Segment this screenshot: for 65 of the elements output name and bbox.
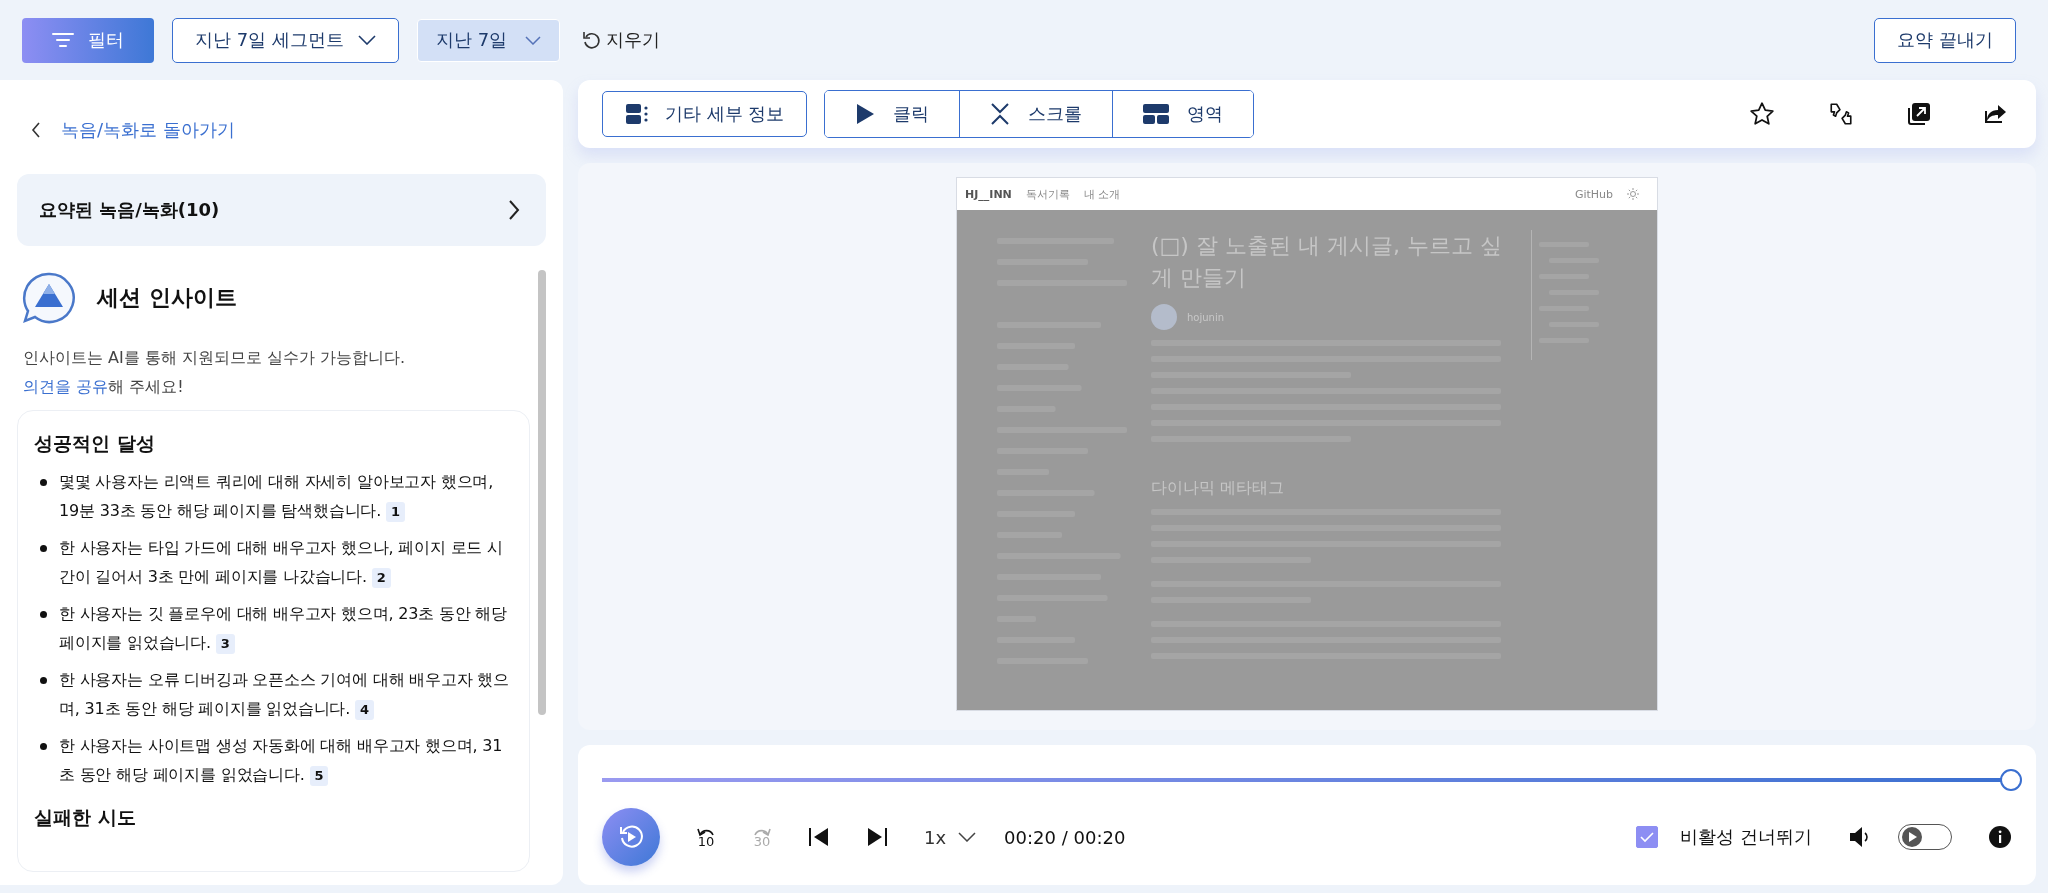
checkmark-icon bbox=[1640, 831, 1655, 843]
insight-text: 한 사용자는 타입 가드에 대해 배우고자 했으나, 페이지 로드 시간이 길어서 3초 만에 페이지를 나갔습니다. 2 bbox=[59, 537, 504, 590]
reference-badge[interactable]: 3 bbox=[215, 634, 235, 654]
insight-text: 한 사용자는 깃 플로우에 대해 배우고자 했으며, 23초 동안 해당 페이지를 읽었습니다. 3 bbox=[59, 603, 509, 656]
section-heading: 실패한 시도 bbox=[34, 805, 137, 830]
insight-logo-icon bbox=[21, 270, 77, 326]
play-icon bbox=[1909, 832, 1917, 842]
previous-icon[interactable] bbox=[808, 826, 830, 848]
insight-text: 한 사용자는 사이트맵 생성 자동화에 대해 배우고자 했으며, 31초 동안 해당 페이지를 읽었습니다. 5 bbox=[59, 735, 504, 788]
speed-dropdown[interactable]: 1x bbox=[924, 826, 977, 848]
next-icon[interactable] bbox=[866, 826, 888, 848]
playback-time: 00:20 / 00:20 bbox=[1004, 826, 1126, 848]
details-icon bbox=[625, 103, 649, 125]
insight-text: 한 사용자는 오류 디버깅과 오픈소스 기여에 대해 배우고자 했으며, 31초 동안 해당 페이지를 읽었습니다. 4 bbox=[59, 669, 510, 722]
collapse-icon bbox=[990, 103, 1011, 125]
filter-button[interactable]: 필터 bbox=[22, 17, 154, 63]
undo-icon bbox=[582, 30, 603, 50]
share-icon[interactable] bbox=[1984, 102, 2008, 126]
feedback-link[interactable]: 의견을 공유 bbox=[23, 377, 109, 396]
chevron-left-icon bbox=[31, 122, 41, 138]
thumbs-icon[interactable] bbox=[1828, 101, 1854, 127]
star-icon[interactable] bbox=[1749, 101, 1775, 127]
progress-thumb[interactable] bbox=[2000, 769, 2022, 791]
reference-badge[interactable]: 4 bbox=[355, 700, 374, 720]
chevron-down-icon bbox=[357, 35, 376, 45]
clear-button[interactable]: 지우기 bbox=[578, 28, 665, 52]
avatar bbox=[1151, 304, 1177, 330]
skip-inactivity-label: 비활성 건너뛰기 bbox=[1680, 825, 1812, 849]
mode-tab[interactable]: 클릭 bbox=[825, 91, 961, 137]
filter-icon bbox=[52, 32, 74, 48]
reference-badge[interactable]: 2 bbox=[371, 568, 391, 588]
feedback-text: 해 주세요! bbox=[108, 377, 184, 396]
disclaimer-text: 인사이트는 AI를 통해 지원되므로 실수가 가능합니다. bbox=[23, 348, 407, 369]
skip-inactivity-checkbox[interactable] bbox=[1636, 826, 1659, 848]
replay-button[interactable] bbox=[602, 808, 660, 866]
section-heading: 성공적인 달성 bbox=[34, 431, 156, 456]
bullet-icon bbox=[40, 677, 47, 684]
scrollbar[interactable] bbox=[538, 270, 546, 715]
cursor-icon bbox=[855, 103, 876, 125]
bullet-icon bbox=[40, 611, 47, 618]
chevron-right-icon bbox=[508, 200, 520, 220]
end-summary-button[interactable]: 요약 끝내기 bbox=[1874, 17, 2016, 63]
sun-icon bbox=[1627, 188, 1639, 200]
popout-icon[interactable] bbox=[1907, 102, 1931, 126]
insight-text: 몇몇 사용자는 리액트 쿼리에 대해 자세히 알아보고자 했으며, 19분 33초 동안 해당 페이지를 탐색했습니다. 1 bbox=[59, 471, 495, 524]
date-dropdown[interactable]: 지난 7일 bbox=[416, 18, 561, 62]
segment-dropdown[interactable]: 지난 7일 세그먼트 bbox=[172, 17, 399, 63]
replay-icon bbox=[618, 824, 644, 850]
details-button[interactable]: 기타 세부 정보 bbox=[602, 91, 808, 137]
reference-badge[interactable]: 1 bbox=[385, 502, 405, 522]
forward-arrow-icon bbox=[752, 826, 772, 836]
chevron-down-icon bbox=[525, 35, 542, 45]
rewind-button[interactable]: 10 bbox=[696, 826, 716, 848]
reference-badge[interactable]: 5 bbox=[309, 766, 329, 786]
summary-card[interactable]: 요약된 녹음/녹화(10) bbox=[17, 174, 546, 246]
info-icon[interactable] bbox=[1988, 825, 2012, 849]
rewind-arrow-icon bbox=[696, 826, 716, 836]
insight-title: 세션 인사이트 bbox=[97, 284, 237, 312]
chevron-down-icon bbox=[958, 832, 977, 842]
layout-icon bbox=[1143, 104, 1170, 124]
bullet-icon bbox=[40, 479, 47, 486]
bullet-icon bbox=[40, 545, 47, 552]
site-logo: HJ__INN bbox=[965, 187, 1012, 201]
bullet-icon bbox=[40, 743, 47, 750]
back-link[interactable]: 녹음/녹화로 돌아가기 bbox=[17, 80, 235, 142]
